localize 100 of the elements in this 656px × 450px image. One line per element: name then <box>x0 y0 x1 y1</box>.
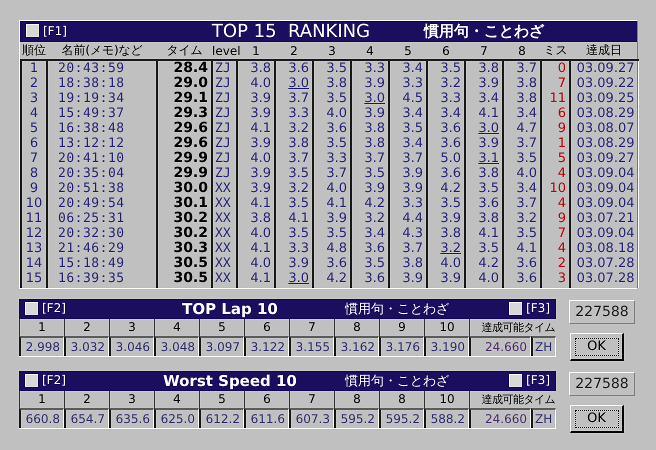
table-cell: ZJ <box>212 60 237 76</box>
table-cell: ZJ <box>212 151 237 166</box>
table-cell: ZJ <box>212 121 237 136</box>
ok-button[interactable]: OK <box>570 333 624 361</box>
table-cell: ZJ <box>212 136 237 151</box>
table-cell: 4.2 <box>351 196 389 211</box>
table-cell: 3.9 <box>465 76 503 91</box>
table-cell: 4.0 <box>237 151 275 166</box>
checkbox[interactable]: [F3] <box>509 301 550 315</box>
table-cell: 3.2 <box>351 211 389 226</box>
table-cell: 20:32:30 <box>47 226 157 241</box>
table-cell: 3.5 <box>465 241 503 256</box>
table-cell: 20:43:59 <box>47 60 157 76</box>
table-cell: 3.5 <box>427 60 465 76</box>
table-cell: 3.2 <box>275 181 313 196</box>
column-header: 名前(メモ)など <box>47 42 157 60</box>
table-cell: 3.0 <box>275 76 313 91</box>
table-cell: 3.7 <box>503 60 541 76</box>
table-cell: 3.032 <box>64 336 109 356</box>
table-cell: 3.7 <box>389 241 427 256</box>
table-cell: 30.1 <box>157 196 212 211</box>
table-cell: 11 <box>21 211 47 226</box>
checkbox[interactable]: [F2] <box>25 373 66 387</box>
checkbox[interactable]: [F3] <box>509 373 550 387</box>
table-cell: ZH <box>531 336 556 356</box>
column-header: ミス <box>541 42 570 60</box>
table-cell: 4.0 <box>427 256 465 271</box>
table-cell: 4.1 <box>275 211 313 226</box>
table-cell: 3.5 <box>503 226 541 241</box>
panel-subtitle: 慣用句・ことわざ <box>344 373 450 390</box>
table-cell: 3.6 <box>427 166 465 181</box>
table-cell: 3.6 <box>313 256 351 271</box>
column-header: 7 <box>289 319 334 336</box>
table-cell: 13:12:12 <box>47 136 157 151</box>
table-cell: 29.9 <box>157 151 212 166</box>
column-header: 3 <box>109 319 154 336</box>
column-header: 1 <box>19 391 64 408</box>
table-cell: 3.8 <box>351 121 389 136</box>
table-cell: 3.5 <box>465 181 503 196</box>
table-cell: 2 <box>541 256 570 271</box>
table-cell: 03.08.18 <box>570 241 638 256</box>
table-cell: 3 <box>541 271 570 288</box>
table-cell: 15 <box>21 271 47 288</box>
table-cell: 595.2 <box>379 408 424 428</box>
table-cell: 7 <box>541 226 570 241</box>
table-cell: 4.0 <box>313 106 351 121</box>
table-cell: 4.2 <box>427 181 465 196</box>
table-cell: 3.5 <box>351 256 389 271</box>
table-cell: 3.5 <box>313 60 351 76</box>
table-cell: 29.1 <box>157 91 212 106</box>
table-cell: 29.0 <box>157 76 212 91</box>
table-cell: 2 <box>21 76 47 91</box>
table-cell: 4.0 <box>237 76 275 91</box>
table-cell: XX <box>212 211 237 226</box>
table-cell: 3.2 <box>503 211 541 226</box>
table-cell: 2.998 <box>19 336 64 356</box>
table-cell: 24.660 <box>469 336 531 356</box>
column-header: 6 <box>427 42 465 60</box>
table-cell: XX <box>212 271 237 288</box>
checkbox[interactable]: [F1] <box>26 24 67 38</box>
column-header: 5 <box>199 391 244 408</box>
table-cell: 3.9 <box>389 166 427 181</box>
table-cell: 18:38:18 <box>47 76 157 91</box>
column-header: 4 <box>154 319 199 336</box>
table-cell: 3.5 <box>351 166 389 181</box>
ok-button[interactable]: OK <box>570 405 624 433</box>
table-cell: 595.2 <box>334 408 379 428</box>
table-cell: 3.7 <box>313 166 351 181</box>
table-cell: 30.0 <box>157 181 212 196</box>
table-cell: 612.2 <box>199 408 244 428</box>
table-cell: 1 <box>541 136 570 151</box>
table-cell: 3.6 <box>503 271 541 288</box>
table-cell: 4.7 <box>503 121 541 136</box>
table-cell: 3.9 <box>465 136 503 151</box>
column-header: 4 <box>154 391 199 408</box>
table-cell: 654.7 <box>64 408 109 428</box>
table-cell: 9 <box>541 211 570 226</box>
panel-subtitle: 慣用句・ことわざ <box>422 22 544 41</box>
table-cell: ZJ <box>212 106 237 121</box>
table-cell: 3.0 <box>275 271 313 288</box>
panel-title: Worst Speed 10 <box>162 372 298 390</box>
table-cell: 3.5 <box>275 226 313 241</box>
table-cell: 03.09.25 <box>570 91 638 106</box>
table-cell: 3.190 <box>424 336 469 356</box>
column-header: 9 <box>379 319 424 336</box>
table-cell: 3.7 <box>503 196 541 211</box>
table-cell: 3.048 <box>154 336 199 356</box>
table-cell: 3.3 <box>313 151 351 166</box>
table-cell: 3.7 <box>389 151 427 166</box>
table-cell: 4.8 <box>313 241 351 256</box>
table-cell: ZH <box>531 408 556 428</box>
table-cell: 3.9 <box>351 76 389 91</box>
table-cell: 3.9 <box>237 106 275 121</box>
table-cell: 3.9 <box>237 91 275 106</box>
checkbox[interactable]: [F2] <box>25 301 66 315</box>
table-cell: 3.8 <box>237 211 275 226</box>
table-cell: 4.3 <box>389 226 427 241</box>
table-cell: 3.1 <box>465 151 503 166</box>
table-cell: 3.6 <box>313 121 351 136</box>
table-cell: 5 <box>21 121 47 136</box>
